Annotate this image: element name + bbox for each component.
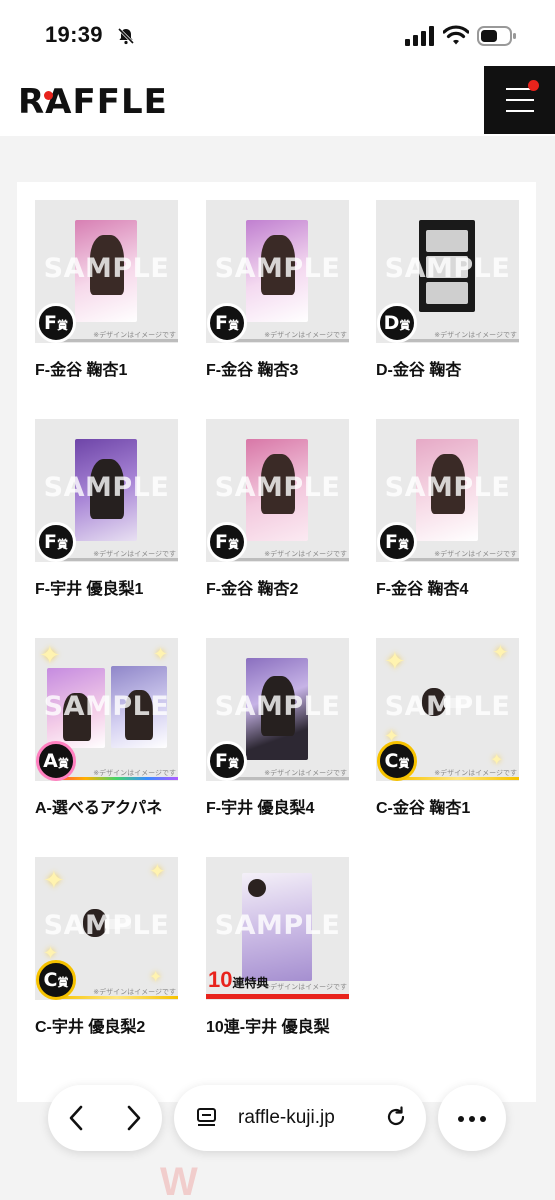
forward-arrow-icon[interactable] xyxy=(122,1105,144,1131)
design-disclaimer: ※デザインはイメージです xyxy=(93,332,176,339)
rank-badge: D賞 xyxy=(377,303,417,343)
rank-badge: F賞 xyxy=(207,303,247,343)
ellipsis-icon xyxy=(458,1116,486,1122)
raffle-logo[interactable]: RAFFLE xyxy=(18,82,168,122)
sample-watermark: SAMPLE xyxy=(43,691,170,722)
reload-icon[interactable] xyxy=(384,1105,408,1129)
sparkle-icon: ✦ xyxy=(153,644,169,664)
sample-watermark: SAMPLE xyxy=(214,910,341,941)
rank-badge: F賞 xyxy=(36,522,76,562)
more-options-button[interactable] xyxy=(438,1085,506,1151)
prize-label[interactable]: F-金谷 鞠杏4 xyxy=(376,575,522,599)
back-arrow-icon[interactable] xyxy=(66,1105,88,1131)
sample-watermark: SAMPLE xyxy=(43,910,170,941)
prize-label[interactable]: F-金谷 鞠杏3 xyxy=(206,356,352,380)
prize-item[interactable]: SAMPLE ※デザインはイメージです F賞 F-金谷 鞠杏4 xyxy=(376,419,522,599)
prize-thumbnail[interactable]: ✦ ✦ ✦ ✦ SAMPLE ※デザインはイメージです C賞 xyxy=(376,638,519,781)
prize-label[interactable]: F-金谷 鞠杏1 xyxy=(35,356,181,380)
prize-label[interactable]: F-金谷 鞠杏2 xyxy=(206,575,352,599)
prize-item[interactable]: ✦ ✦ ✦ ✦ SAMPLE ※デザインはイメージです C賞 C-宇井 優良梨2 xyxy=(35,857,181,1037)
prize-item[interactable]: SAMPLE ※デザインはイメージです 10連特典 10連-宇井 優良梨 xyxy=(206,857,352,1037)
prize-thumbnail[interactable]: SAMPLE ※デザインはイメージです F賞 xyxy=(35,200,178,343)
prize-item[interactable]: SAMPLE ※デザインはイメージです F賞 F-宇井 優良梨1 xyxy=(35,419,181,599)
rank-badge: F賞 xyxy=(207,741,247,781)
prize-thumbnail[interactable]: ✦ ✦ SAMPLE ※デザインはイメージです A賞 xyxy=(35,638,178,781)
sample-watermark: SAMPLE xyxy=(384,691,511,722)
cellular-signal-icon xyxy=(405,26,434,46)
sparkle-icon: ✦ xyxy=(39,640,61,670)
sparkle-icon: ✦ xyxy=(492,642,509,664)
prize-thumbnail[interactable]: ✦ ✦ ✦ ✦ SAMPLE ※デザインはイメージです C賞 xyxy=(35,857,178,1000)
prize-label[interactable]: 10連-宇井 優良梨 xyxy=(206,1013,352,1037)
design-disclaimer: ※デザインはイメージです xyxy=(434,332,517,339)
site-header: RAFFLE xyxy=(0,66,555,136)
prize-thumbnail[interactable]: SAMPLE ※デザインはイメージです 10連特典 xyxy=(206,857,349,1000)
prize-label[interactable]: D-金谷 鞠杏 xyxy=(376,356,522,380)
prize-item[interactable]: SAMPLE ※デザインはイメージです F賞 F-金谷 鞠杏1 xyxy=(35,200,181,380)
prize-label[interactable]: C-宇井 優良梨2 xyxy=(35,1013,181,1037)
prize-item[interactable]: ✦ ✦ SAMPLE ※デザインはイメージです A賞 A-選べるアクパネ xyxy=(35,638,181,818)
prize-thumbnail[interactable]: SAMPLE ※デザインはイメージです D賞 xyxy=(376,200,519,343)
sample-watermark: SAMPLE xyxy=(384,253,511,284)
sparkle-icon: ✦ xyxy=(43,865,65,895)
menu-bar-icon xyxy=(506,99,534,101)
design-disclaimer: ※デザインはイメージです xyxy=(264,770,347,777)
prize-list: SAMPLE ※デザインはイメージです F賞 F-金谷 鞠杏1 SAMPLE ※… xyxy=(17,182,536,1102)
sparkle-icon: ✦ xyxy=(149,969,163,986)
prize-item[interactable]: SAMPLE ※デザインはイメージです D賞 D-金谷 鞠杏 xyxy=(376,200,522,380)
design-disclaimer: ※デザインはイメージです xyxy=(434,770,517,777)
prize-label[interactable]: A-選べるアクパネ xyxy=(35,794,181,818)
prize-label[interactable]: C-金谷 鞠杏1 xyxy=(376,794,522,818)
design-disclaimer: ※デザインはイメージです xyxy=(93,989,176,996)
rank-badge: A賞 xyxy=(36,741,76,781)
hamburger-menu-button[interactable] xyxy=(484,66,555,134)
design-disclaimer: ※デザインはイメージです xyxy=(264,551,347,558)
browser-nav-controls xyxy=(48,1085,162,1151)
sparkle-icon: ✦ xyxy=(149,861,166,883)
prize-item[interactable]: SAMPLE ※デザインはイメージです F賞 F-金谷 鞠杏3 xyxy=(206,200,352,380)
prize-label[interactable]: F-宇井 優良梨1 xyxy=(35,575,181,599)
prize-item[interactable]: SAMPLE ※デザインはイメージです F賞 F-宇井 優良梨4 xyxy=(206,638,352,818)
wifi-icon xyxy=(443,25,469,45)
prize-thumbnail[interactable]: SAMPLE ※デザインはイメージです F賞 xyxy=(206,419,349,562)
sample-watermark: SAMPLE xyxy=(384,472,511,503)
rank-badge: C賞 xyxy=(36,960,76,1000)
sparkle-icon: ✦ xyxy=(490,752,504,769)
sample-watermark: SAMPLE xyxy=(43,253,170,284)
sample-watermark: SAMPLE xyxy=(43,472,170,503)
status-time: 19:39 xyxy=(45,22,103,47)
url-text[interactable]: raffle-kuji.jp xyxy=(238,1107,335,1129)
prize-thumbnail[interactable]: SAMPLE ※デザインはイメージです F賞 xyxy=(35,419,178,562)
design-disclaimer: ※デザインはイメージです xyxy=(93,551,176,558)
address-bar[interactable]: raffle-kuji.jp xyxy=(174,1085,426,1151)
prize-thumbnail[interactable]: SAMPLE ※デザインはイメージです F賞 xyxy=(206,200,349,343)
prize-label[interactable]: F-宇井 優良梨4 xyxy=(206,794,352,818)
prize-thumbnail[interactable]: SAMPLE ※デザインはイメージです F賞 xyxy=(376,419,519,562)
design-disclaimer: ※デザインはイメージです xyxy=(93,770,176,777)
sample-watermark: SAMPLE xyxy=(214,253,341,284)
rank-badge: F賞 xyxy=(36,303,76,343)
rank-badge: C賞 xyxy=(377,741,417,781)
sample-watermark: SAMPLE xyxy=(214,691,341,722)
background-banner-text: W xyxy=(160,1160,198,1200)
rank-badge: F賞 xyxy=(207,522,247,562)
design-disclaimer: ※デザインはイメージです xyxy=(434,551,517,558)
prize-item[interactable]: ✦ ✦ ✦ ✦ SAMPLE ※デザインはイメージです C賞 C-金谷 鞠杏1 xyxy=(376,638,522,818)
bell-slash-icon xyxy=(117,27,135,45)
design-disclaimer: ※デザインはイメージです xyxy=(264,332,347,339)
page-menu-icon[interactable] xyxy=(196,1107,218,1129)
sample-watermark: SAMPLE xyxy=(214,472,341,503)
battery-icon xyxy=(477,26,516,46)
prize-item[interactable]: SAMPLE ※デザインはイメージです F賞 F-金谷 鞠杏2 xyxy=(206,419,352,599)
notification-dot xyxy=(528,80,539,91)
logo-accent-dot xyxy=(44,91,53,100)
status-bar: 19:39 xyxy=(0,0,555,66)
bonus-badge: 10連特典 xyxy=(208,967,269,992)
rank-badge: F賞 xyxy=(377,522,417,562)
sparkle-icon: ✦ xyxy=(384,646,406,676)
menu-bar-icon xyxy=(506,110,534,112)
design-disclaimer: ※デザインはイメージです xyxy=(264,984,347,991)
prize-thumbnail[interactable]: SAMPLE ※デザインはイメージです F賞 xyxy=(206,638,349,781)
